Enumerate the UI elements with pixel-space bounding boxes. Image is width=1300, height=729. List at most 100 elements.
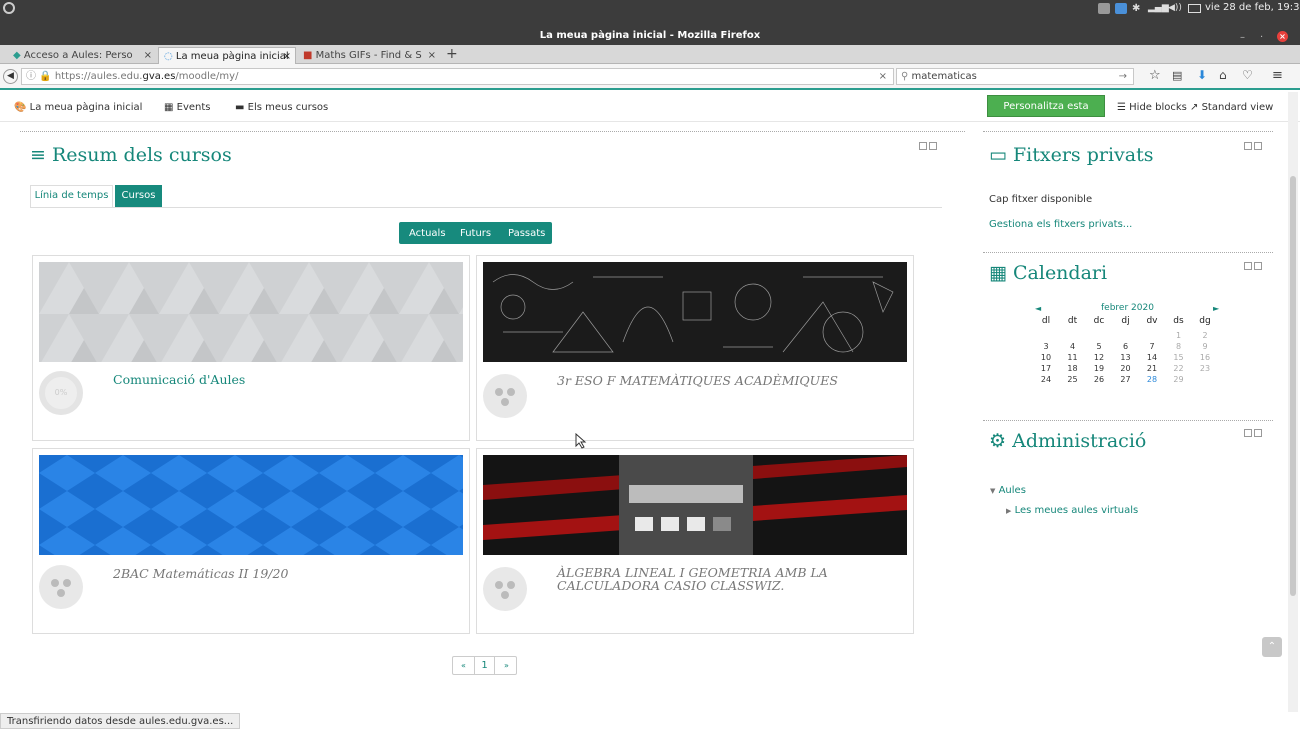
page-prev[interactable]: « <box>461 661 466 670</box>
nav-events[interactable]: ▦ Events <box>164 102 211 113</box>
close-tab-icon[interactable]: × <box>283 48 291 64</box>
block-move-icon[interactable] <box>929 142 937 150</box>
tab-maths-gifs[interactable]: ■ Maths GIFs - Find & S × <box>298 47 440 64</box>
filter-past[interactable]: Passats <box>508 228 545 239</box>
course-card[interactable]: 3r ESO F MATEMÀTIQUES ACADÈMIQUES <box>476 255 914 441</box>
new-tab-button[interactable]: + <box>446 46 458 62</box>
url-bar[interactable]: ⓘ 🔒 https://aules.edu.gva.es/moodle/my/ … <box>21 68 894 85</box>
scrollbar-track[interactable] <box>1288 92 1298 712</box>
tray-updates-icon[interactable] <box>1115 3 1127 14</box>
course-card[interactable]: 0% Comunicació d'Aules <box>32 255 470 441</box>
course-image-calculator <box>483 455 907 555</box>
window-title: La meua pàgina inicial - Mozilla Firefox <box>539 30 761 41</box>
calendar-month[interactable]: febrer 2020 <box>1101 303 1154 313</box>
launcher-icon[interactable] <box>3 2 15 14</box>
calendar-day[interactable]: 2 <box>1194 331 1216 340</box>
block-move-icon[interactable] <box>1254 262 1262 270</box>
standard-view-button[interactable]: ↗ Standard view <box>1190 102 1273 113</box>
back-button[interactable]: ◀ <box>3 69 18 84</box>
block-collapse-icon[interactable] <box>919 142 927 150</box>
hide-blocks-button[interactable]: ☰ Hide blocks <box>1117 102 1187 113</box>
calendar-day[interactable]: 8 <box>1168 342 1190 351</box>
block-move-icon[interactable] <box>1254 142 1262 150</box>
downloads-icon[interactable]: ⬇ <box>1197 68 1207 82</box>
filter-current[interactable]: Actuals <box>409 228 446 239</box>
calendar-day[interactable]: 27 <box>1115 375 1137 384</box>
calendar-day[interactable]: 20 <box>1115 364 1137 373</box>
calendar-day[interactable]: 11 <box>1062 353 1084 362</box>
admin-tree-my-classrooms[interactable]: ▶ Les meues aules virtuals <box>1006 505 1138 516</box>
library-icon[interactable]: ▤ <box>1172 69 1182 82</box>
course-card[interactable]: 2BAC Matemáticas II 19/20 <box>32 448 470 634</box>
filter-future[interactable]: Futurs <box>460 228 491 239</box>
calendar-day[interactable]: 22 <box>1168 364 1190 373</box>
battery-icon[interactable] <box>1188 4 1201 13</box>
volume-icon[interactable]: ◀)) <box>1168 3 1182 13</box>
nav-home[interactable]: 🎨 La meua pàgina inicial <box>14 102 142 113</box>
divider <box>983 131 1273 132</box>
calendar-day[interactable]: 5 <box>1088 342 1110 351</box>
close-tab-icon[interactable]: × <box>144 47 152 64</box>
tab-home[interactable]: ◌ La meua pàgina inicial × <box>158 47 296 64</box>
calendar-day[interactable]: 15 <box>1168 353 1190 362</box>
calendar-day[interactable]: 23 <box>1194 364 1216 373</box>
block-collapse-icon[interactable] <box>1244 142 1252 150</box>
block-move-icon[interactable] <box>1254 429 1262 437</box>
close-tab-icon[interactable]: × <box>428 47 436 64</box>
tab-aules-login[interactable]: ◆ Acceso a Aules: Perso × <box>8 47 156 64</box>
menu-icon[interactable]: ≡ <box>1272 68 1283 83</box>
prev-month-icon[interactable]: ◄ <box>1035 304 1041 313</box>
courses-icon: ▬ <box>235 102 245 113</box>
tab-timeline[interactable]: Línia de temps <box>30 185 113 207</box>
calendar-day[interactable]: 16 <box>1194 353 1216 362</box>
bluetooth-icon[interactable]: ✱ <box>1132 3 1140 14</box>
course-title[interactable]: 3r ESO F MATEMÀTIQUES ACADÈMIQUES <box>557 373 838 388</box>
course-title[interactable]: 2BAC Matemáticas II 19/20 <box>113 566 288 581</box>
block-collapse-icon[interactable] <box>1244 429 1252 437</box>
course-title[interactable]: ÀLGEBRA LINEAL I GEOMETRIA AMB LA CALCUL… <box>557 566 867 592</box>
calendar-day[interactable]: 24 <box>1035 375 1057 384</box>
calendar-day[interactable]: 26 <box>1088 375 1110 384</box>
block-collapse-icon[interactable] <box>1244 262 1252 270</box>
calendar-day[interactable]: 29 <box>1168 375 1190 384</box>
next-month-icon[interactable]: ► <box>1213 304 1219 313</box>
admin-tree-aules[interactable]: ▼ Aules <box>990 485 1026 496</box>
clock[interactable]: vie 28 de feb, 19:36 <box>1205 2 1300 13</box>
course-title[interactable]: Comunicació d'Aules <box>113 372 245 387</box>
home-icon[interactable]: ⌂ <box>1219 68 1227 82</box>
close-window-button[interactable]: × <box>1277 31 1288 42</box>
manage-files-link[interactable]: Gestiona els fitxers privats... <box>989 219 1132 230</box>
page-next[interactable]: » <box>504 661 509 670</box>
calendar-day[interactable]: 3 <box>1035 342 1057 351</box>
signal-icon[interactable]: ▂▄▆ <box>1148 3 1169 13</box>
calendar-day[interactable]: 1 <box>1168 331 1190 340</box>
customize-page-button[interactable]: Personalitza esta pàgina <box>987 95 1105 134</box>
calendar-day[interactable]: 13 <box>1115 353 1137 362</box>
back-to-top-button[interactable]: ⌃ <box>1262 637 1282 657</box>
pocket-icon[interactable]: ♡ <box>1242 68 1253 82</box>
calendar-day[interactable]: 21 <box>1141 364 1163 373</box>
tray-app-icon[interactable] <box>1098 3 1110 14</box>
calendar-day[interactable]: 25 <box>1062 375 1084 384</box>
clear-icon[interactable]: × <box>879 69 887 84</box>
calendar-day[interactable]: 28 <box>1141 375 1163 384</box>
nav-my-courses[interactable]: ▬ Els meus cursos <box>235 102 328 113</box>
tab-courses[interactable]: Cursos <box>115 185 162 207</box>
search-go-icon[interactable]: → <box>1119 69 1127 84</box>
calendar-day[interactable]: 7 <box>1141 342 1163 351</box>
calendar-day[interactable]: 18 <box>1062 364 1084 373</box>
course-card[interactable]: ÀLGEBRA LINEAL I GEOMETRIA AMB LA CALCUL… <box>476 448 914 634</box>
calendar-day[interactable]: 12 <box>1088 353 1110 362</box>
calendar-day[interactable]: 9 <box>1194 342 1216 351</box>
page-1[interactable]: 1 <box>474 657 495 674</box>
calendar-day[interactable]: 14 <box>1141 353 1163 362</box>
admin-title: ⚙ Administració <box>989 430 1147 452</box>
bookmark-star-icon[interactable]: ☆ <box>1149 68 1161 83</box>
search-bar[interactable]: ⚲ matematicas → <box>896 68 1134 85</box>
calendar-day[interactable]: 19 <box>1088 364 1110 373</box>
scrollbar-thumb[interactable] <box>1290 176 1296 596</box>
calendar-day[interactable]: 10 <box>1035 353 1057 362</box>
calendar-day[interactable]: 4 <box>1062 342 1084 351</box>
calendar-day[interactable]: 17 <box>1035 364 1057 373</box>
calendar-day[interactable]: 6 <box>1115 342 1137 351</box>
